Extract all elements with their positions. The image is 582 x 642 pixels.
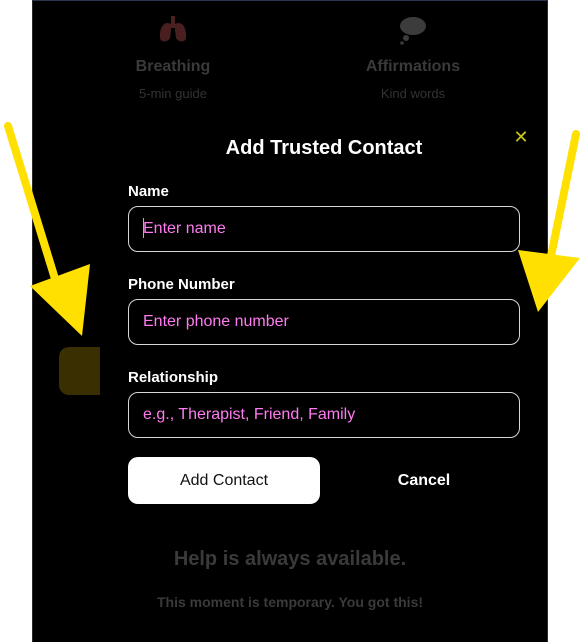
phone-label: Phone Number — [128, 276, 235, 293]
thought-bubble-icon — [393, 12, 433, 52]
name-input[interactable] — [128, 206, 520, 252]
add-contact-button[interactable]: Add Contact — [128, 457, 320, 504]
encouragement-message: This moment is temporary. You got this! — [156, 594, 424, 610]
help-message: Help is always available. — [173, 548, 407, 570]
breathing-tile: Breathing 5-min guide — [73, 12, 273, 101]
lungs-icon — [153, 12, 193, 52]
affirmations-tile: Affirmations Kind words — [313, 12, 513, 101]
affirmations-title: Affirmations — [365, 58, 461, 75]
text-cursor — [143, 218, 144, 238]
affirmations-subtitle: Kind words — [380, 86, 446, 101]
side-tab — [59, 347, 100, 395]
phone-input[interactable] — [128, 299, 520, 345]
modal-title: Add Trusted Contact — [225, 137, 423, 159]
breathing-title: Breathing — [135, 58, 211, 75]
relationship-input[interactable] — [128, 392, 520, 438]
cancel-button[interactable]: Cancel — [328, 457, 520, 504]
breathing-subtitle: 5-min guide — [139, 86, 207, 101]
close-icon[interactable]: ✕ — [511, 127, 531, 147]
name-label: Name — [128, 183, 169, 200]
stage: Breathing 5-min guide Affirmations Kind … — [0, 0, 582, 642]
relationship-label: Relationship — [128, 369, 219, 386]
